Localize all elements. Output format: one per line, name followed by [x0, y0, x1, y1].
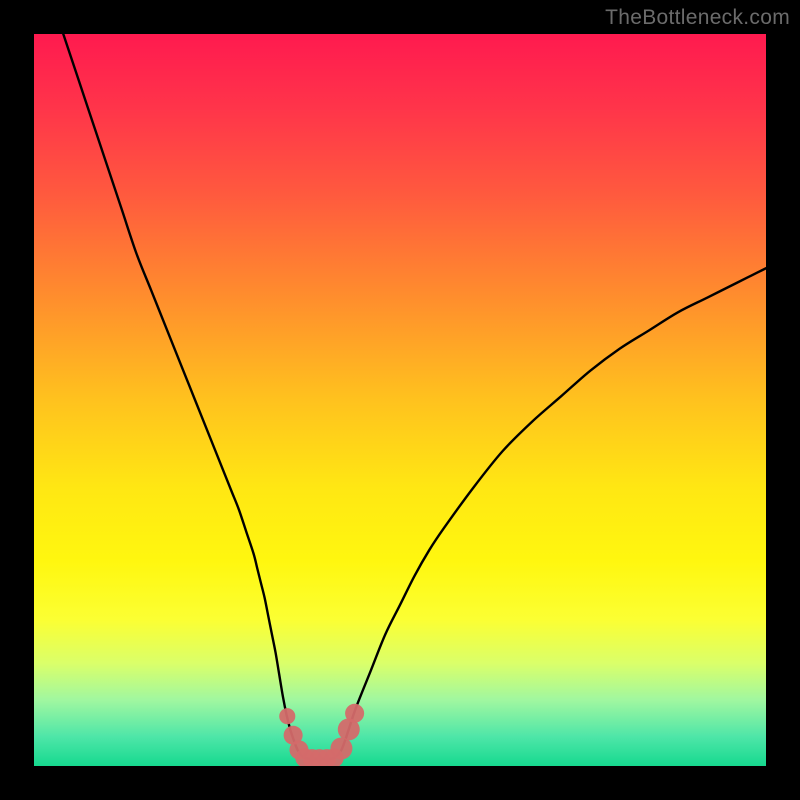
- watermark-text: TheBottleneck.com: [605, 6, 790, 30]
- plot-area: [34, 34, 766, 766]
- chart-frame: TheBottleneck.com: [0, 0, 800, 800]
- bottleneck-floor-markers: [34, 34, 766, 766]
